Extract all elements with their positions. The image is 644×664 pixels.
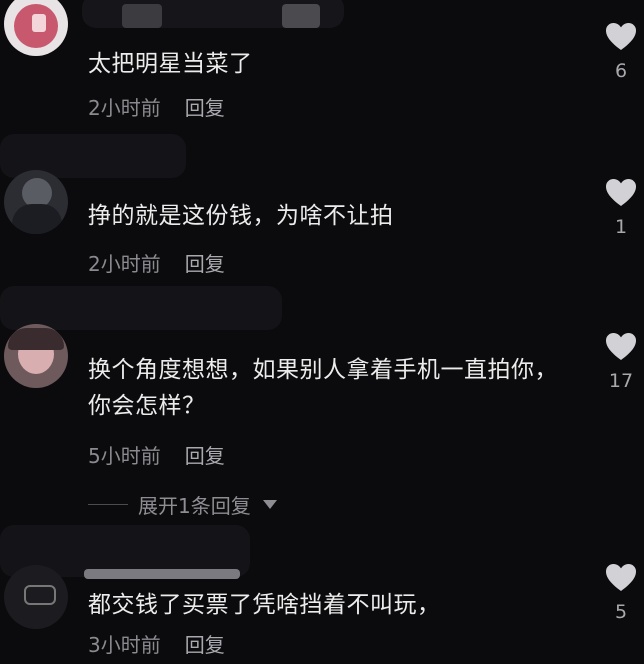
like-count: 6 bbox=[614, 60, 628, 82]
comment-time: 2小时前 bbox=[88, 252, 161, 276]
comment-item: 太把明星当菜了 2小时前 回复 6 bbox=[0, 0, 644, 140]
comment-meta: 3小时前 回复 bbox=[88, 629, 225, 658]
like-button[interactable]: 6 bbox=[604, 22, 638, 82]
expand-replies-button[interactable]: 展开1条回复 bbox=[88, 490, 277, 519]
divider bbox=[88, 504, 128, 505]
comment-meta: 2小时前 回复 bbox=[88, 248, 225, 277]
avatar[interactable] bbox=[4, 0, 68, 56]
avatar[interactable] bbox=[4, 170, 68, 234]
comment-time: 2小时前 bbox=[88, 96, 161, 120]
like-count: 1 bbox=[614, 216, 628, 238]
username-obscured bbox=[82, 0, 344, 28]
like-button[interactable]: 1 bbox=[604, 178, 638, 238]
heart-icon bbox=[606, 564, 636, 591]
comment-time: 3小时前 bbox=[88, 633, 161, 657]
comment-item: 挣的就是这份钱，为啥不让拍 2小时前 回复 1 bbox=[0, 134, 644, 280]
comment-time: 5小时前 bbox=[88, 444, 161, 468]
caret-down-icon bbox=[262, 500, 277, 509]
reply-button[interactable]: 回复 bbox=[185, 248, 225, 277]
comment-text: 太把明星当菜了 bbox=[88, 51, 253, 77]
comment-text: 挣的就是这份钱，为啥不让拍 bbox=[88, 203, 394, 229]
avatar[interactable] bbox=[4, 565, 68, 629]
like-button[interactable]: 5 bbox=[604, 563, 638, 623]
like-count: 5 bbox=[614, 601, 628, 623]
comment-text: 都交钱了买票了凭啥挡着不叫玩， bbox=[88, 592, 441, 618]
reply-button[interactable]: 回复 bbox=[185, 440, 225, 469]
comment-text: 换个角度想想，如果别人拿着手机一直拍你，你会怎样？ bbox=[88, 357, 558, 419]
reply-button[interactable]: 回复 bbox=[185, 92, 225, 121]
comment-meta: 2小时前 回复 bbox=[88, 92, 225, 121]
heart-icon bbox=[606, 333, 636, 360]
like-count: 17 bbox=[608, 370, 634, 392]
like-button[interactable]: 17 bbox=[604, 332, 638, 392]
expand-replies-label: 展开1条回复 bbox=[138, 494, 251, 518]
heart-icon bbox=[606, 23, 636, 50]
comment-item: 都交钱了买票了凭啥挡着不叫玩， 3小时前 回复 5 bbox=[0, 525, 644, 664]
avatar[interactable] bbox=[4, 324, 68, 388]
username-obscured bbox=[0, 286, 282, 330]
reply-button[interactable]: 回复 bbox=[185, 629, 225, 658]
heart-icon bbox=[606, 179, 636, 206]
comment-meta: 5小时前 回复 bbox=[88, 440, 225, 469]
comment-item: 换个角度想想，如果别人拿着手机一直拍你，你会怎样？ 5小时前 回复 17 bbox=[0, 286, 644, 520]
